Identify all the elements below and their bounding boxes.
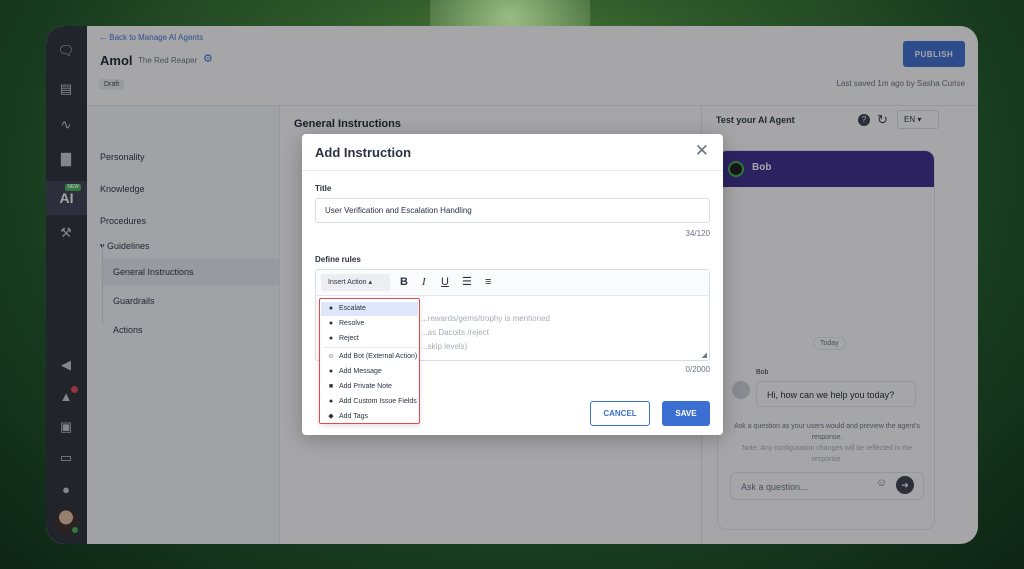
editor-line: ...rewards/gems/trophy is mentioned bbox=[421, 314, 550, 323]
menu-item-reject[interactable]: ● Reject bbox=[321, 332, 418, 346]
editor-content: ...rewards/gems/trophy is mentioned ...a… bbox=[421, 312, 550, 354]
editor-line: ...as Dacoits /reject bbox=[421, 328, 490, 337]
menu-item-add-message[interactable]: ● Add Message bbox=[321, 365, 418, 379]
resolve-icon: ● bbox=[328, 320, 334, 327]
note-icon: ■ bbox=[328, 383, 334, 390]
modal-divider bbox=[302, 170, 723, 171]
bullet-list-icon[interactable]: ☰ bbox=[462, 275, 472, 289]
message-icon: ● bbox=[328, 368, 334, 375]
reject-icon: ● bbox=[328, 335, 334, 342]
rules-counter: 0/2000 bbox=[685, 365, 710, 374]
menu-item-add-tags[interactable]: ◆ Add Tags bbox=[321, 410, 418, 424]
insert-action-menu: ● Escalate ● Resolve ● Reject ☺ Add Bot (Ext… bbox=[319, 298, 420, 424]
editor-toolbar: Insert Action ▴ B I U ☰ ≡ bbox=[316, 270, 709, 296]
cancel-button[interactable]: CANCEL bbox=[590, 401, 650, 426]
menu-item-resolve[interactable]: ● Resolve bbox=[321, 317, 418, 331]
insert-action-dropdown[interactable]: Insert Action ▴ bbox=[321, 274, 390, 291]
close-icon[interactable]: ✕ bbox=[695, 142, 709, 159]
menu-item-label: Add Bot (External Action) bbox=[339, 353, 418, 360]
menu-item-add-bot[interactable]: ☺ Add Bot (External Action) bbox=[321, 350, 418, 364]
menu-item-label: Add Custom Issue Fields bbox=[339, 398, 417, 405]
fields-icon: ● bbox=[328, 398, 334, 405]
menu-item-add-custom-issue-fields[interactable]: ● Add Custom Issue Fields bbox=[321, 395, 418, 409]
rules-label: Define rules bbox=[315, 255, 361, 264]
menu-item-label: Escalate bbox=[339, 305, 366, 312]
modal-title: Add Instruction bbox=[315, 145, 412, 160]
bold-icon[interactable]: B bbox=[400, 275, 408, 289]
bot-icon: ☺ bbox=[327, 353, 335, 360]
insert-action-label: Insert Action bbox=[328, 279, 367, 286]
menu-item-label: Add Tags bbox=[339, 413, 369, 420]
save-button[interactable]: SAVE bbox=[662, 401, 710, 426]
title-input[interactable] bbox=[315, 198, 710, 223]
tag-icon: ◆ bbox=[328, 413, 334, 420]
menu-separator bbox=[324, 347, 417, 348]
title-counter: 34/120 bbox=[685, 229, 710, 238]
resize-handle-icon[interactable]: ◢ bbox=[702, 351, 707, 359]
editor-line: ...skip levels) bbox=[421, 342, 468, 351]
menu-item-label: Add Message bbox=[339, 368, 382, 375]
italic-icon[interactable]: I bbox=[422, 275, 426, 289]
numbered-list-icon[interactable]: ≡ bbox=[485, 275, 491, 289]
menu-item-label: Add Private Note bbox=[339, 383, 392, 390]
escalate-icon: ● bbox=[328, 305, 334, 312]
menu-item-add-private-note[interactable]: ■ Add Private Note bbox=[321, 380, 418, 394]
menu-item-escalate[interactable]: ● Escalate bbox=[321, 302, 418, 316]
title-label: Title bbox=[315, 184, 332, 193]
underline-icon[interactable]: U bbox=[441, 275, 449, 289]
menu-item-label: Reject bbox=[339, 335, 359, 342]
menu-item-label: Resolve bbox=[339, 320, 365, 327]
